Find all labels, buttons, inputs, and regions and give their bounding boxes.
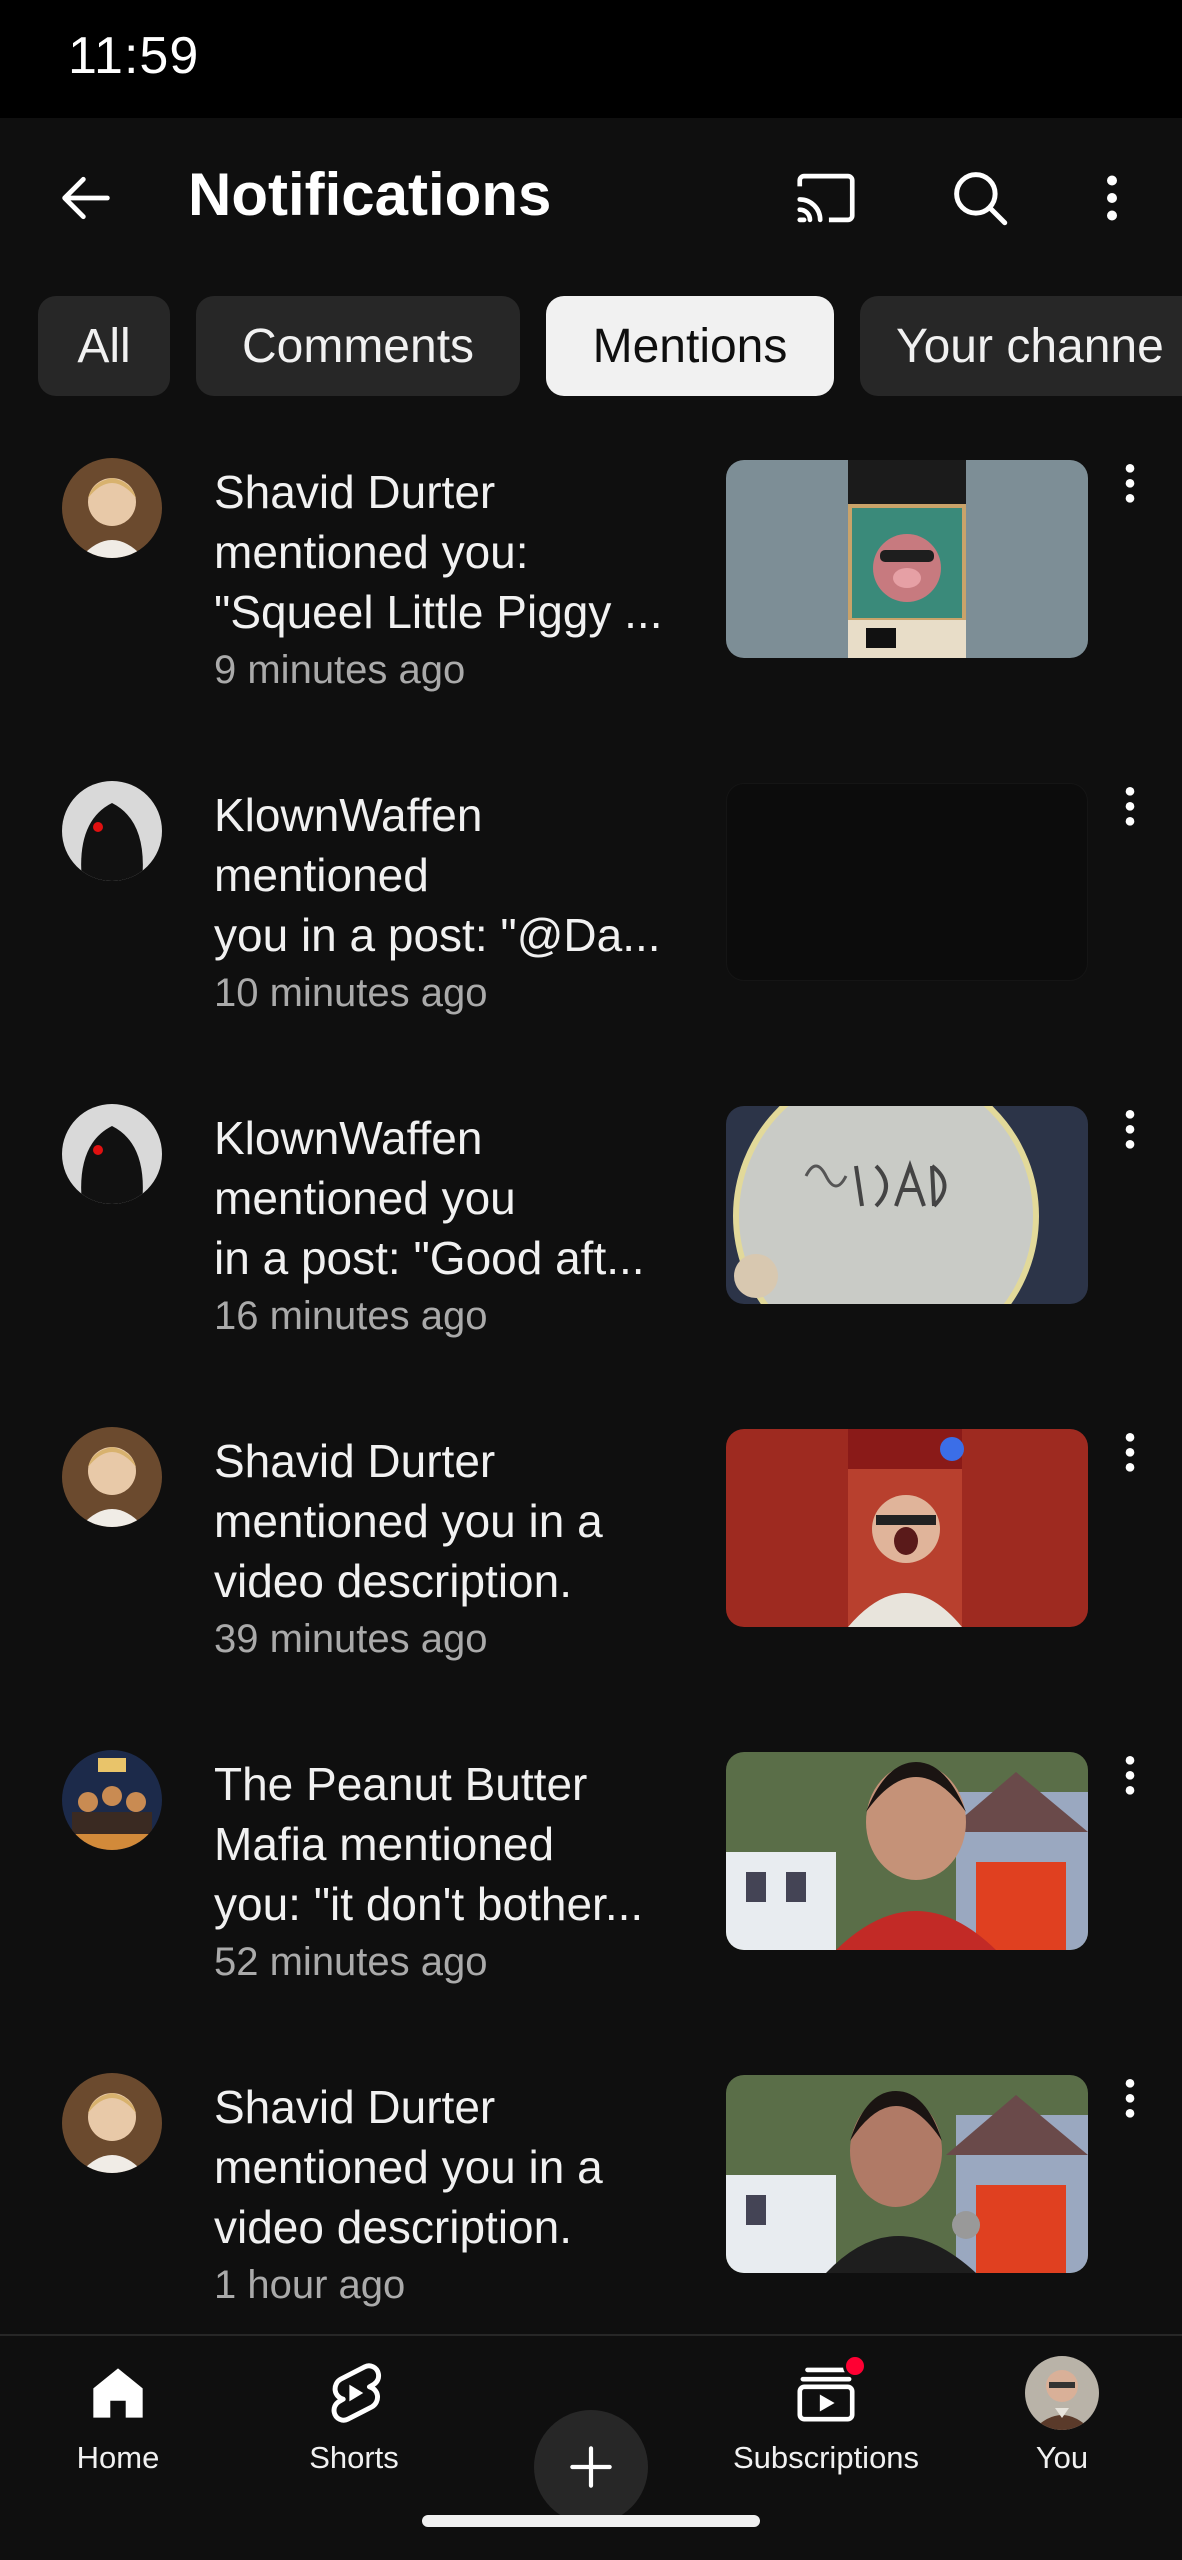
notification-line: Shavid Durter bbox=[214, 2081, 496, 2133]
more-vertical-icon bbox=[1125, 1433, 1135, 1472]
notification-time: 1 hour ago bbox=[214, 2263, 406, 2307]
notification-line: in a post: "Good aft... bbox=[214, 1232, 645, 1284]
back-button[interactable] bbox=[46, 158, 126, 238]
notification-time: 16 minutes ago bbox=[214, 1294, 488, 1338]
notification-menu-button[interactable] bbox=[1110, 1752, 1150, 1812]
nav-subscriptions[interactable]: Subscriptions bbox=[726, 2354, 926, 2486]
nav-shorts[interactable]: Shorts bbox=[254, 2356, 454, 2486]
avatar[interactable] bbox=[62, 1104, 162, 1204]
notification-menu-button[interactable] bbox=[1110, 783, 1150, 843]
search-button[interactable] bbox=[940, 158, 1020, 238]
notification-line: video description. bbox=[214, 1555, 572, 1607]
nav-home[interactable]: Home bbox=[18, 2356, 218, 2486]
more-vertical-icon bbox=[1125, 2079, 1135, 2118]
notification-menu-button[interactable] bbox=[1110, 1106, 1150, 1166]
avatar[interactable] bbox=[62, 2073, 162, 2173]
notification-line: KlownWaffen bbox=[214, 789, 483, 841]
home-indicator[interactable] bbox=[422, 2515, 760, 2527]
notification-item[interactable]: Shavid Durter mentioned you: "Squeel Lit… bbox=[0, 430, 1182, 730]
notification-menu-button[interactable] bbox=[1110, 2075, 1150, 2135]
notification-line: you: "it don't bother... bbox=[214, 1878, 644, 1930]
chip-comments[interactable]: Comments bbox=[196, 296, 520, 396]
nav-home-label: Home bbox=[76, 2440, 160, 2475]
notification-line: mentioned bbox=[214, 849, 429, 901]
notification-line: mentioned you in a bbox=[214, 2141, 603, 2193]
arrow-left-icon bbox=[62, 176, 110, 220]
notification-line: video description. bbox=[214, 2201, 572, 2253]
filter-chips: All Comments Mentions Your channe bbox=[0, 296, 1182, 396]
search-icon bbox=[954, 172, 1008, 226]
page-title: Notifications bbox=[188, 161, 552, 228]
cast-button[interactable] bbox=[786, 158, 866, 238]
nav-you[interactable]: You bbox=[962, 2356, 1162, 2486]
notification-time: 10 minutes ago bbox=[214, 971, 488, 1015]
chip-your-channel[interactable]: Your channe bbox=[860, 296, 1182, 396]
notification-line: Mafia mentioned bbox=[214, 1818, 555, 1870]
notification-text: Shavid Durter mentioned you in a video d… bbox=[214, 2077, 704, 2311]
notification-item[interactable]: Shavid Durter mentioned you in a video d… bbox=[0, 1399, 1182, 1699]
notification-line: "Squeel Little Piggy ... bbox=[214, 586, 663, 638]
video-thumbnail[interactable] bbox=[726, 460, 1088, 658]
notification-line: mentioned you bbox=[214, 1172, 516, 1224]
notification-menu-button[interactable] bbox=[1110, 1429, 1150, 1489]
create-button[interactable] bbox=[534, 2410, 648, 2524]
post-thumbnail[interactable] bbox=[726, 783, 1088, 981]
avatar[interactable] bbox=[62, 1750, 162, 1850]
more-vertical-icon bbox=[1107, 175, 1117, 221]
profile-avatar bbox=[1025, 2356, 1099, 2430]
home-icon bbox=[93, 2368, 143, 2418]
notification-text: Shavid Durter mentioned you in a video d… bbox=[214, 1431, 704, 1665]
status-bar: 11:59 bbox=[0, 0, 1182, 118]
subscriptions-icon-wrap bbox=[789, 2354, 867, 2430]
notification-line: Shavid Durter bbox=[214, 1435, 496, 1487]
status-time: 11:59 bbox=[68, 27, 200, 85]
notification-line: you in a post: "@Da... bbox=[214, 909, 661, 961]
avatar[interactable] bbox=[62, 458, 162, 558]
video-thumbnail[interactable] bbox=[726, 1752, 1088, 1950]
video-thumbnail[interactable] bbox=[726, 2075, 1088, 2273]
notification-line: mentioned you: bbox=[214, 526, 529, 578]
notification-line: The Peanut Butter bbox=[214, 1758, 588, 1810]
chip-mentions[interactable]: Mentions bbox=[546, 296, 834, 396]
notification-text: KlownWaffen mentioned you in a post: "@D… bbox=[214, 785, 704, 1019]
notification-line: KlownWaffen bbox=[214, 1112, 483, 1164]
app-bar: Notifications bbox=[0, 118, 1182, 274]
avatar[interactable] bbox=[62, 781, 162, 881]
notification-item[interactable]: KlownWaffen mentioned you in a post: "Go… bbox=[0, 1076, 1182, 1376]
notification-item[interactable]: KlownWaffen mentioned you in a post: "@D… bbox=[0, 753, 1182, 1053]
plus-icon bbox=[570, 2446, 612, 2488]
more-vertical-icon bbox=[1125, 464, 1135, 503]
notification-time: 39 minutes ago bbox=[214, 1617, 488, 1661]
more-vertical-icon bbox=[1125, 1110, 1135, 1149]
nav-subscriptions-label: Subscriptions bbox=[732, 2440, 920, 2475]
shorts-icon bbox=[331, 2363, 382, 2423]
notification-line: mentioned you in a bbox=[214, 1495, 603, 1547]
nav-you-label: You bbox=[1035, 2440, 1089, 2475]
video-thumbnail[interactable] bbox=[726, 1429, 1088, 1627]
nav-shorts-label: Shorts bbox=[309, 2440, 399, 2475]
more-vertical-icon bbox=[1125, 1756, 1135, 1795]
notification-text: KlownWaffen mentioned you in a post: "Go… bbox=[214, 1108, 704, 1342]
notification-line: Shavid Durter bbox=[214, 466, 496, 518]
chip-all[interactable]: All bbox=[38, 296, 170, 396]
more-options-button[interactable] bbox=[1072, 158, 1152, 238]
more-vertical-icon bbox=[1125, 787, 1135, 826]
notification-item[interactable]: Shavid Durter mentioned you in a video d… bbox=[0, 2045, 1182, 2345]
notification-text: The Peanut Butter Mafia mentioned you: "… bbox=[214, 1754, 704, 1988]
notification-badge bbox=[843, 2354, 867, 2378]
post-thumbnail[interactable] bbox=[726, 1106, 1088, 1304]
notification-item[interactable]: The Peanut Butter Mafia mentioned you: "… bbox=[0, 1722, 1182, 2022]
notification-time: 52 minutes ago bbox=[214, 1940, 488, 1984]
avatar[interactable] bbox=[62, 1427, 162, 1527]
cast-icon bbox=[797, 173, 855, 223]
notification-time: 9 minutes ago bbox=[214, 648, 466, 692]
notification-menu-button[interactable] bbox=[1110, 460, 1150, 520]
notification-text: Shavid Durter mentioned you: "Squeel Lit… bbox=[214, 462, 704, 696]
